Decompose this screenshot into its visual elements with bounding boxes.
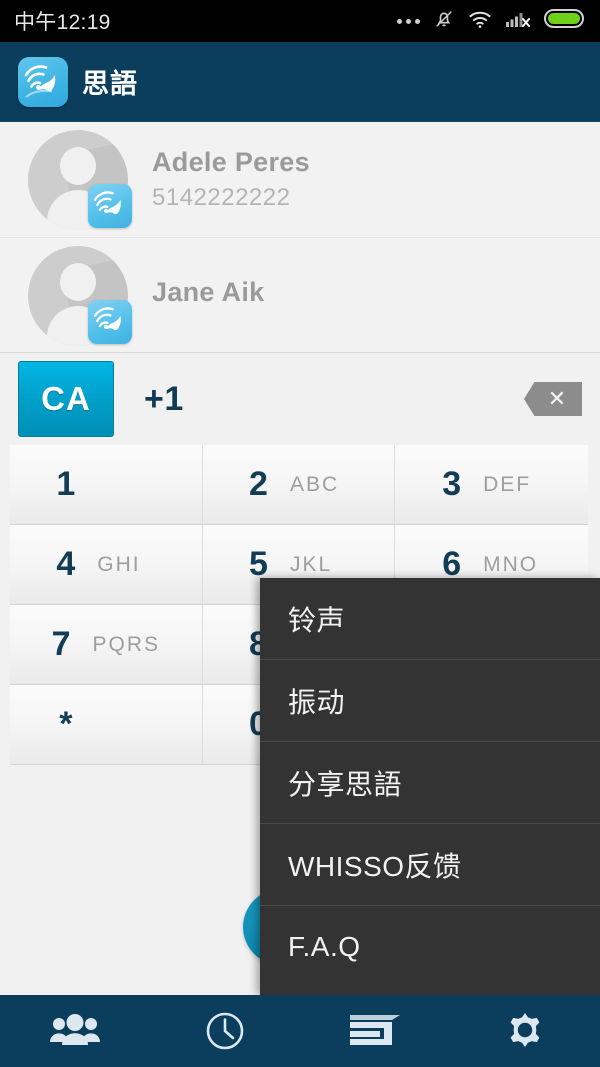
contact-list[interactable]: Adele Peres 5142222222 Jane Aik (0, 122, 600, 354)
menu-item-faq[interactable]: F.A.Q (260, 906, 600, 988)
gear-icon (503, 1009, 547, 1053)
key-4[interactable]: 4 GHI (10, 525, 203, 605)
people-group-icon (49, 1011, 101, 1051)
app-root: 中午12:19 思語 Adele Peres 5142222222 Jane A… (0, 0, 600, 1067)
overflow-menu[interactable]: 铃声 振动 分享思語 WHISSO反馈 F.A.Q (260, 578, 600, 995)
key-letters: JKL (289, 552, 333, 576)
country-code-button[interactable]: CA (18, 361, 114, 437)
nav-item-settings[interactable] (450, 995, 600, 1067)
key-digit: 1 (56, 465, 76, 503)
key-7[interactable]: 7 PQRS (10, 605, 203, 685)
close-icon: ✕ (547, 386, 567, 411)
avatar (28, 245, 132, 346)
contact-name: Adele Peres (152, 147, 310, 177)
key-2[interactable]: 2 ABC (202, 445, 396, 525)
key-letters: ABC (289, 472, 340, 496)
avatar (28, 129, 132, 230)
clock-icon (204, 1010, 246, 1052)
menu-item-feedback[interactable]: WHISSO反馈 (260, 824, 600, 906)
battery-icon (544, 8, 586, 34)
list-item[interactable]: Adele Peres 5142222222 (0, 122, 600, 238)
contact-name: Jane Aik (152, 277, 265, 307)
app-badge-dolphin-icon (88, 299, 132, 344)
key-letters: MNO (483, 552, 539, 576)
phone-number-input[interactable]: +1 (144, 380, 184, 419)
signal-off-icon (505, 9, 531, 34)
nav-item-keypad[interactable] (300, 995, 450, 1067)
wifi-icon (468, 9, 492, 34)
contact-info: Adele Peres 5142222222 (152, 147, 310, 212)
app-logo-dolphin-icon (18, 56, 68, 107)
dial-entry-row: CA +1 ✕ (0, 353, 600, 445)
dialpad-icon (348, 1013, 402, 1049)
list-item[interactable]: Jane Aik (0, 238, 600, 354)
key-digit: 2 (249, 465, 268, 503)
contact-info: Jane Aik (152, 277, 264, 314)
menu-item-vibrate[interactable]: 振动 (260, 660, 600, 742)
status-bar: 中午12:19 (0, 0, 600, 42)
bell-muted-icon (433, 8, 455, 35)
contact-number: 5142222222 (152, 184, 291, 211)
key-digit: 7 (51, 625, 71, 663)
key-digit: * (59, 705, 73, 743)
page-title: 思語 (82, 69, 138, 99)
key-1[interactable]: 1 (10, 445, 203, 525)
more-dots-icon (397, 18, 420, 24)
nav-item-recents[interactable] (150, 995, 300, 1067)
key-digit: 3 (442, 465, 462, 503)
key-letters: GHI (97, 552, 141, 576)
backspace-button[interactable]: ✕ (524, 382, 582, 416)
key-digit: 4 (56, 545, 76, 583)
key-letters: PQRS (92, 632, 161, 656)
nav-item-contacts[interactable] (0, 995, 150, 1067)
app-header: 思語 (0, 42, 600, 122)
bottom-nav (0, 995, 600, 1067)
menu-item-share[interactable]: 分享思語 (260, 742, 600, 824)
key-3[interactable]: 3 DEF (395, 445, 588, 525)
status-time: 中午12:19 (14, 11, 111, 34)
key-letters: DEF (483, 472, 532, 496)
key-star[interactable]: * (10, 685, 203, 765)
app-badge-dolphin-icon (88, 183, 132, 228)
status-icon-tray (397, 8, 586, 35)
menu-item-ringtone[interactable]: 铃声 (260, 578, 600, 660)
